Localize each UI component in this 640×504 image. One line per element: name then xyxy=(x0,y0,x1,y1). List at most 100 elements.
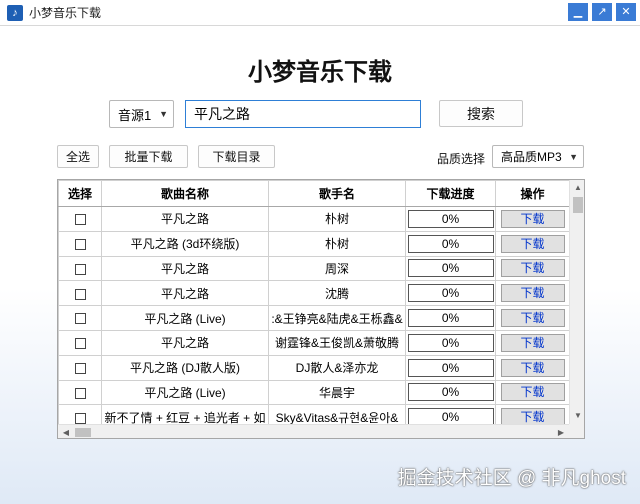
progress-value: 0% xyxy=(407,333,494,352)
download-button[interactable]: 下载 xyxy=(500,358,565,377)
quality-select-value: 高品质MP3 xyxy=(501,150,562,164)
quality-select[interactable]: 高品质MP3 ▼ xyxy=(492,145,584,168)
song-table: 选择 歌曲名称 歌手名 下载进度 操作 平凡之路 朴树 0% 下载 平凡之路 (… xyxy=(58,180,570,431)
progress-cell: 0% xyxy=(405,305,496,331)
progress-cell: 0% xyxy=(405,255,496,282)
search-input-value: 平凡之路 xyxy=(194,106,250,122)
column-header-singer[interactable]: 歌手名 xyxy=(268,180,406,207)
download-button[interactable]: 下载 xyxy=(500,284,565,303)
action-cell: 下载 xyxy=(495,280,570,307)
singer-cell: 华晨宇 xyxy=(268,379,406,406)
chevron-down-icon: ▼ xyxy=(159,109,168,119)
maximize-icon[interactable]: ↗ xyxy=(592,3,612,21)
select-all-button[interactable]: 全选 xyxy=(57,145,99,168)
row-select-cell xyxy=(58,329,102,356)
progress-value: 0% xyxy=(407,358,494,377)
singer-cell: :&王铮亮&陆虎&王栎鑫& xyxy=(268,305,406,331)
column-header-progress[interactable]: 下载进度 xyxy=(405,180,496,207)
row-checkbox[interactable] xyxy=(74,263,86,275)
row-checkbox[interactable] xyxy=(74,313,86,325)
horizontal-scrollbar[interactable]: ◀ ▶ xyxy=(58,424,569,438)
row-select-cell xyxy=(58,305,102,331)
minimize-icon[interactable]: ▁ xyxy=(568,3,588,21)
table-row: 平凡之路 (DJ散人版) DJ散人&泽亦龙 0% 下载 xyxy=(58,354,570,381)
progress-cell: 0% xyxy=(405,329,496,356)
progress-cell: 0% xyxy=(405,280,496,307)
row-select-cell xyxy=(58,255,102,282)
window-controls: ▁ ↗ ✕ xyxy=(568,3,636,21)
table-row: 平凡之路 (Live) 华晨宇 0% 下载 xyxy=(58,379,570,406)
table-row: 平凡之路 (Live) :&王铮亮&陆虎&王栎鑫& 0% 下载 xyxy=(58,305,570,331)
scroll-right-arrow-icon[interactable]: ▶ xyxy=(553,425,569,438)
row-checkbox[interactable] xyxy=(74,387,86,399)
action-cell: 下载 xyxy=(495,329,570,356)
vertical-scrollbar[interactable]: ▲ ▼ xyxy=(569,180,584,424)
singer-cell: 周深 xyxy=(268,255,406,282)
song-grid: 选择 歌曲名称 歌手名 下载进度 操作 平凡之路 朴树 0% 下载 平凡之路 (… xyxy=(57,179,585,439)
download-button[interactable]: 下载 xyxy=(500,259,565,278)
column-header-song[interactable]: 歌曲名称 xyxy=(101,180,269,207)
scroll-left-arrow-icon[interactable]: ◀ xyxy=(58,425,74,438)
download-directory-button[interactable]: 下载目录 xyxy=(198,145,275,168)
progress-value: 0% xyxy=(407,209,494,228)
main-panel: 小梦音乐下载 音源1 ▼ 平凡之路 搜索 全选 批量下载 下载目录 品质选择 高… xyxy=(0,26,640,504)
close-icon[interactable]: ✕ xyxy=(616,3,636,21)
song-name-cell: 平凡之路 (3d环绕版) xyxy=(101,230,269,257)
action-cell: 下载 xyxy=(495,230,570,257)
row-checkbox[interactable] xyxy=(74,363,86,374)
watermark: 掘金技术社区 @ 非凡ghost xyxy=(397,468,626,489)
song-name-cell: 平凡之路 xyxy=(101,206,269,232)
progress-cell: 0% xyxy=(405,206,496,232)
table-row: 平凡之路 周深 0% 下载 xyxy=(58,255,570,282)
scroll-down-arrow-icon[interactable]: ▼ xyxy=(570,408,584,424)
progress-value: 0% xyxy=(407,383,494,402)
progress-value: 0% xyxy=(407,234,494,253)
download-button[interactable]: 下载 xyxy=(500,333,565,352)
app-title: 小梦音乐下载 xyxy=(248,59,392,86)
song-name-cell: 平凡之路 xyxy=(101,255,269,282)
singer-cell: 谢霆锋&王俊凯&萧敬腾 xyxy=(268,329,406,356)
table-row: 平凡之路 沈腾 0% 下载 xyxy=(58,280,570,307)
scroll-up-arrow-icon[interactable]: ▲ xyxy=(570,180,584,196)
row-checkbox[interactable] xyxy=(74,288,86,300)
search-button[interactable]: 搜索 xyxy=(439,100,523,127)
action-cell: 下载 xyxy=(495,206,570,232)
row-checkbox[interactable] xyxy=(74,412,86,424)
row-checkbox[interactable] xyxy=(74,239,86,251)
singer-cell: DJ散人&泽亦龙 xyxy=(268,354,406,381)
source-select-value: 音源1 xyxy=(118,107,152,123)
row-checkbox[interactable] xyxy=(74,214,86,226)
progress-value: 0% xyxy=(407,309,494,328)
download-button[interactable]: 下载 xyxy=(500,234,565,253)
window-title: 小梦音乐下载 xyxy=(29,6,102,20)
download-button[interactable]: 下载 xyxy=(500,309,565,328)
singer-cell: 沈腾 xyxy=(268,280,406,307)
song-name-cell: 平凡之路 xyxy=(101,280,269,307)
vertical-scroll-thumb[interactable] xyxy=(573,197,583,213)
quality-label: 品质选择 xyxy=(437,152,486,166)
column-header-select[interactable]: 选择 xyxy=(58,180,102,207)
table-row: 平凡之路 谢霆锋&王俊凯&萧敬腾 0% 下载 xyxy=(58,329,570,356)
row-checkbox[interactable] xyxy=(74,338,86,350)
song-name-cell: 平凡之路 xyxy=(101,329,269,356)
download-button[interactable]: 下载 xyxy=(500,383,565,402)
row-select-cell xyxy=(58,354,102,381)
chevron-down-icon: ▼ xyxy=(569,151,578,162)
download-button[interactable]: 下载 xyxy=(500,209,565,228)
source-select[interactable]: 音源1 ▼ xyxy=(109,100,174,128)
column-header-action[interactable]: 操作 xyxy=(495,180,570,207)
singer-cell: 朴树 xyxy=(268,230,406,257)
progress-cell: 0% xyxy=(405,379,496,406)
title-bar: ♪ 小梦音乐下载 ▁ ↗ ✕ xyxy=(0,0,640,26)
action-cell: 下载 xyxy=(495,379,570,406)
row-select-cell xyxy=(58,230,102,257)
search-input[interactable]: 平凡之路 xyxy=(185,100,421,128)
progress-value: 0% xyxy=(407,259,494,278)
table-header-row: 选择 歌曲名称 歌手名 下载进度 操作 xyxy=(58,180,570,207)
action-cell: 下载 xyxy=(495,255,570,282)
batch-download-button[interactable]: 批量下载 xyxy=(109,145,188,168)
horizontal-scroll-thumb[interactable] xyxy=(75,428,91,437)
progress-cell: 0% xyxy=(405,354,496,381)
action-cell: 下载 xyxy=(495,354,570,381)
row-select-cell xyxy=(58,206,102,232)
